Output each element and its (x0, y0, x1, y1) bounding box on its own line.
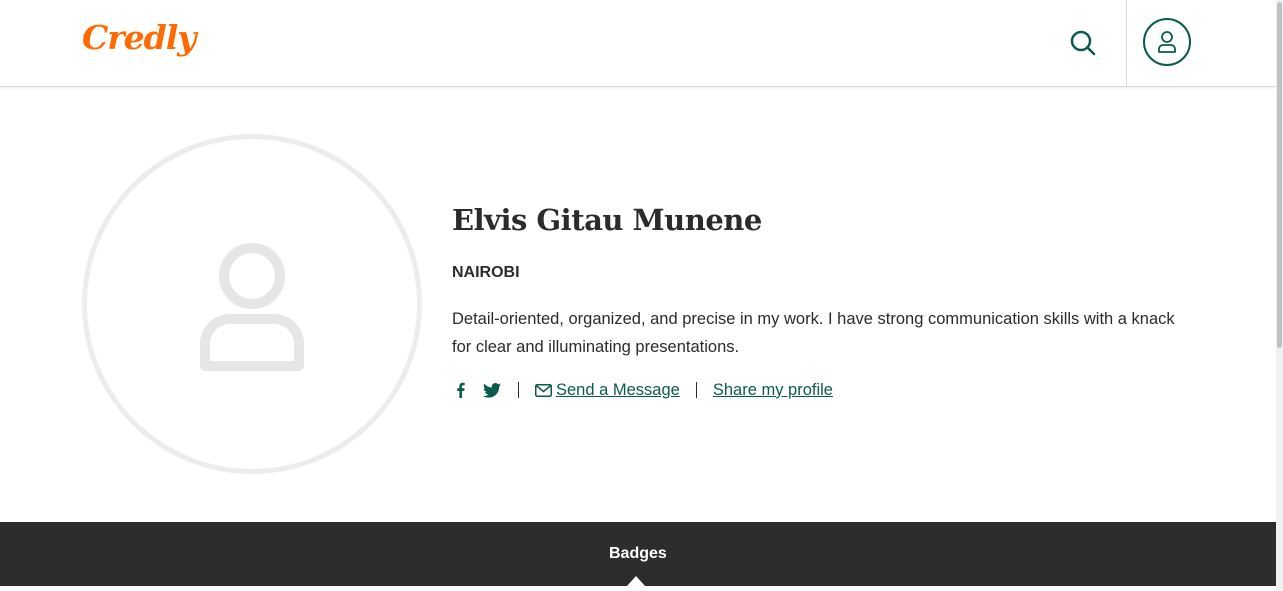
account-button[interactable] (1143, 18, 1191, 66)
twitter-icon (483, 382, 501, 398)
link-separator (695, 382, 697, 398)
share-profile-link[interactable]: Share my profile (713, 381, 833, 400)
user-placeholder-icon (200, 243, 304, 371)
send-message-link[interactable]: Send a Message (535, 381, 680, 400)
avatar (82, 134, 422, 474)
profile-name: Elvis Gitau Munene (452, 203, 762, 237)
profile-tabbar: Badges (0, 522, 1276, 586)
search-button[interactable] (1064, 24, 1102, 62)
active-tab-indicator (627, 576, 645, 586)
profile-bio: Detail-oriented, organized, and precise … (452, 310, 1175, 356)
tab-badges[interactable]: Badges (609, 545, 667, 563)
header-divider (1126, 0, 1127, 87)
envelope-icon (535, 383, 552, 397)
link-separator (518, 382, 519, 398)
search-icon (1070, 30, 1096, 56)
scrollbar-thumb[interactable] (1277, 2, 1282, 348)
top-header: Credly (0, 0, 1276, 87)
facebook-icon (456, 382, 465, 398)
send-message-label: Send a Message (556, 380, 680, 399)
user-icon (1158, 31, 1176, 53)
profile-actions: Send a Message Share my profile (452, 378, 833, 402)
twitter-link[interactable] (482, 382, 502, 398)
profile-location: NAIROBI (452, 264, 520, 281)
facebook-link[interactable] (452, 382, 468, 398)
credly-logo[interactable]: Credly (82, 18, 196, 57)
